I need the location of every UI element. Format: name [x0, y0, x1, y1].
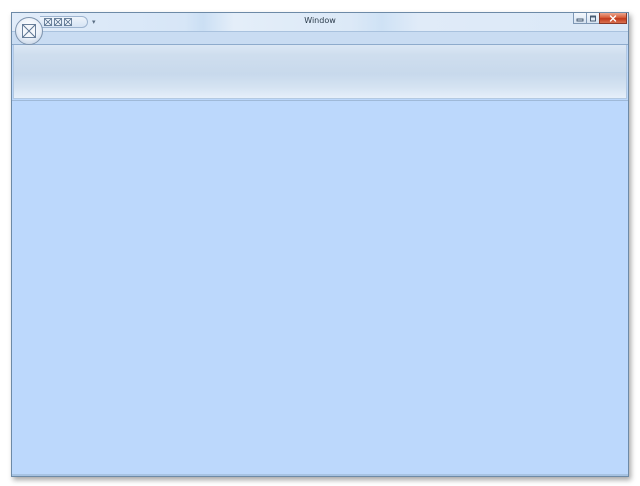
application-window: Window ▾ [11, 12, 629, 477]
placeholder-icon [64, 18, 72, 26]
placeholder-icon [54, 18, 62, 26]
quick-access-toolbar [40, 16, 88, 28]
ribbon-panel [13, 45, 627, 99]
caption-buttons [573, 13, 627, 25]
envelope-icon [22, 24, 36, 38]
qat-customize-dropdown-icon[interactable]: ▾ [92, 18, 96, 26]
maximize-button[interactable] [586, 13, 600, 24]
application-menu-button[interactable] [15, 17, 43, 45]
close-icon [609, 14, 617, 22]
qat-button-2[interactable] [54, 18, 62, 26]
window-title: Window [304, 16, 336, 25]
status-bar [12, 474, 628, 476]
minimize-icon [576, 18, 584, 21]
close-button[interactable] [599, 13, 627, 24]
document-workspace[interactable] [12, 100, 628, 476]
ribbon-tab-strip [12, 32, 628, 45]
minimize-button[interactable] [573, 13, 587, 24]
qat-button-3[interactable] [64, 18, 72, 26]
maximize-icon [590, 15, 596, 21]
title-bar[interactable]: Window ▾ [12, 13, 628, 32]
placeholder-icon [44, 18, 52, 26]
qat-button-1[interactable] [44, 18, 52, 26]
